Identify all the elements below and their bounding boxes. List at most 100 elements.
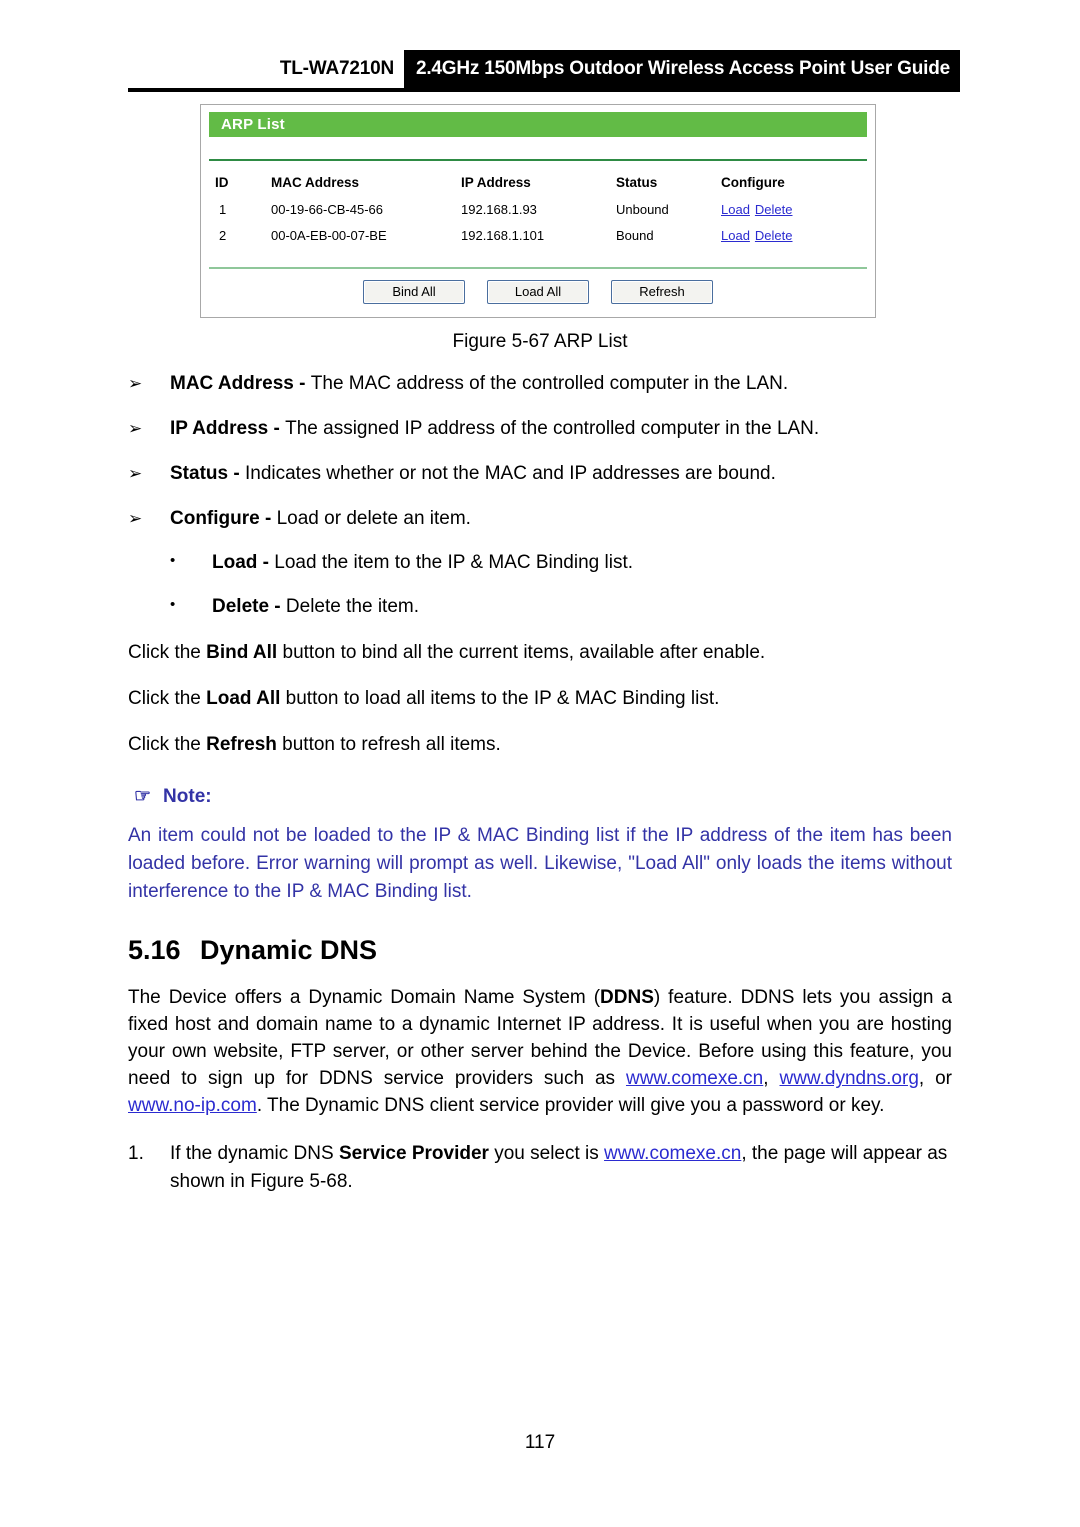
text-mid: you select is — [488, 1143, 605, 1165]
term-description: Load the item to the IP & MAC Binding li… — [274, 551, 634, 573]
term-description: Indicates whether or not the MAC and IP … — [244, 462, 776, 484]
list-item-body: Status - Indicates whether or not the MA… — [170, 461, 776, 488]
header-document-title: 2.4GHz 150Mbps Outdoor Wireless Access P… — [403, 50, 960, 88]
text-pre: If the dynamic DNS — [170, 1143, 339, 1165]
text-post: button to load all items to the IP & MAC… — [280, 687, 720, 709]
load-all-button[interactable]: Load All — [487, 280, 589, 304]
list-item-body: Configure - Load or delete an item. — [170, 506, 471, 533]
bullet-arrow-icon: ➢ — [128, 463, 143, 483]
cell-mac-address: 00-0A-EB-00-07-BE — [271, 228, 387, 243]
cell-id: 2 — [219, 228, 227, 243]
list-item: ➢ Configure - Load or delete an item. — [128, 506, 952, 533]
list-item-body: Load - Load the item to the IP & MAC Bin… — [212, 550, 633, 577]
section-title: Dynamic DNS — [200, 935, 378, 966]
table-row: 1 00-19-66-CB-45-66 192.168.1.93 Unbound… — [209, 197, 867, 223]
list-item: ➢ MAC Address - The MAC address of the c… — [128, 371, 952, 398]
cell-ip-address: 192.168.1.101 — [461, 228, 545, 243]
text-pre: Click the — [128, 641, 207, 663]
button-name-bold: Refresh — [206, 733, 277, 755]
arp-table: ID MAC Address IP Address Status Configu… — [209, 169, 867, 249]
cell-configure: Load Delete — [721, 197, 867, 223]
text-part1: The Device offers a Dynamic Domain Name … — [128, 987, 601, 1009]
term-dash: - — [259, 507, 277, 529]
list-item-body: Delete - Delete the item. — [212, 594, 419, 621]
arp-list-button-row: Bind All Load All Refresh — [209, 269, 867, 317]
bullet-arrow-icon: ➢ — [128, 374, 143, 393]
paragraph-ddns-intro: The Device offers a Dynamic Domain Name … — [128, 985, 952, 1120]
section-number: 5.16 — [128, 935, 181, 966]
note-label: Note: — [163, 785, 212, 807]
list-item-body: If the dynamic DNS Service Provider you … — [170, 1140, 952, 1195]
term-description: The MAC address of the controlled comput… — [310, 373, 789, 394]
cell-ip-address: 192.168.1.93 — [461, 202, 537, 217]
column-header-status: Status — [616, 175, 658, 190]
bullet-dot-icon: • — [170, 595, 176, 613]
button-name-bold: Load All — [206, 687, 281, 709]
load-link[interactable]: Load — [721, 228, 750, 243]
term-label: Delete — [212, 595, 270, 617]
paragraph-bind-all: Click the Bind All button to bind all th… — [128, 640, 952, 667]
list-number: 1. — [128, 1143, 144, 1165]
term-description: The assigned IP address of the controlle… — [285, 417, 820, 439]
list-item: • Delete - Delete the item. — [128, 594, 952, 621]
bullet-arrow-icon: ➢ — [128, 418, 143, 438]
cell-status: Unbound — [616, 202, 669, 217]
cell-mac-address: 00-19-66-CB-45-66 — [271, 202, 384, 217]
term-dash: - — [257, 551, 275, 573]
column-header-ip-address: IP Address — [461, 175, 531, 190]
arp-list-panel-title: ARP List — [221, 116, 285, 133]
page-number: 117 — [524, 1432, 556, 1453]
text-pre: Click the — [128, 687, 207, 709]
text-part3: , — [763, 1068, 780, 1090]
service-provider-bold: Service Provider — [338, 1143, 489, 1165]
header-model-name: TL-WA7210N — [279, 50, 404, 88]
list-item-body: IP Address - The assigned IP address of … — [170, 416, 819, 443]
paragraph-refresh: Click the Refresh button to refresh all … — [128, 732, 952, 759]
term-label: Status — [170, 462, 229, 484]
comexe-link[interactable]: www.comexe.cn — [626, 1068, 763, 1089]
arp-list-panel-body: ID MAC Address IP Address Status Configu… — [201, 159, 875, 317]
page-header: TL-WA7210N 2.4GHz 150Mbps Outdoor Wirele… — [0, 50, 1080, 96]
text-pre: Click the — [128, 733, 207, 755]
arp-list-panel-header: ARP List — [209, 112, 867, 137]
term-description: Delete the item. — [285, 595, 419, 617]
comexe-link[interactable]: www.comexe.cn — [604, 1143, 741, 1164]
delete-link[interactable]: Delete — [755, 202, 793, 217]
bullet-arrow-icon: ➢ — [128, 508, 143, 528]
term-dash: - — [228, 462, 245, 484]
noip-link[interactable]: www.no-ip.com — [128, 1095, 257, 1116]
dyndns-link[interactable]: www.dyndns.org — [779, 1068, 918, 1089]
list-item: 1. If the dynamic DNS Service Provider y… — [128, 1140, 952, 1195]
term-dash: - — [269, 595, 286, 617]
header-row: TL-WA7210N 2.4GHz 150Mbps Outdoor Wirele… — [128, 50, 960, 88]
arp-table-header-row: ID MAC Address IP Address Status Configu… — [209, 169, 867, 197]
list-item: • Load - Load the item to the IP & MAC B… — [128, 550, 952, 577]
bullet-dot-icon: • — [170, 551, 176, 569]
text-post: button to bind all the current items, av… — [277, 641, 766, 663]
delete-link[interactable]: Delete — [755, 228, 793, 243]
column-header-mac-address: MAC Address — [271, 175, 360, 190]
text-part4: , or — [918, 1068, 952, 1090]
bind-all-button[interactable]: Bind All — [363, 280, 465, 304]
note-block: ☞ Note: An item could not be loaded to t… — [128, 785, 952, 906]
column-header-configure: Configure — [721, 175, 785, 190]
refresh-button[interactable]: Refresh — [611, 280, 713, 304]
term-dash: - — [268, 417, 286, 439]
cell-id: 1 — [219, 202, 227, 217]
table-row: 2 00-0A-EB-00-07-BE 192.168.1.101 Bound … — [209, 223, 867, 249]
text-part5: . The Dynamic DNS client service provide… — [256, 1095, 885, 1117]
text-post: button to refresh all items. — [276, 733, 501, 755]
figure-caption: Figure 5-67 ARP List — [452, 331, 628, 352]
list-item: ➢ IP Address - The assigned IP address o… — [128, 416, 952, 443]
list-item-body: MAC Address - The MAC address of the con… — [170, 371, 788, 398]
header-divider-rule — [128, 88, 960, 92]
note-heading: ☞ Note: — [128, 785, 952, 808]
paragraph-load-all: Click the Load All button to load all it… — [128, 686, 952, 713]
table-top-rule — [209, 159, 867, 161]
load-link[interactable]: Load — [721, 202, 750, 217]
term-description: Load or delete an item. — [276, 507, 471, 529]
note-body-text: An item could not be loaded to the IP & … — [128, 824, 952, 902]
cell-configure: Load Delete — [721, 223, 867, 249]
term-dash: - — [293, 373, 311, 394]
cell-status: Bound — [616, 228, 654, 243]
